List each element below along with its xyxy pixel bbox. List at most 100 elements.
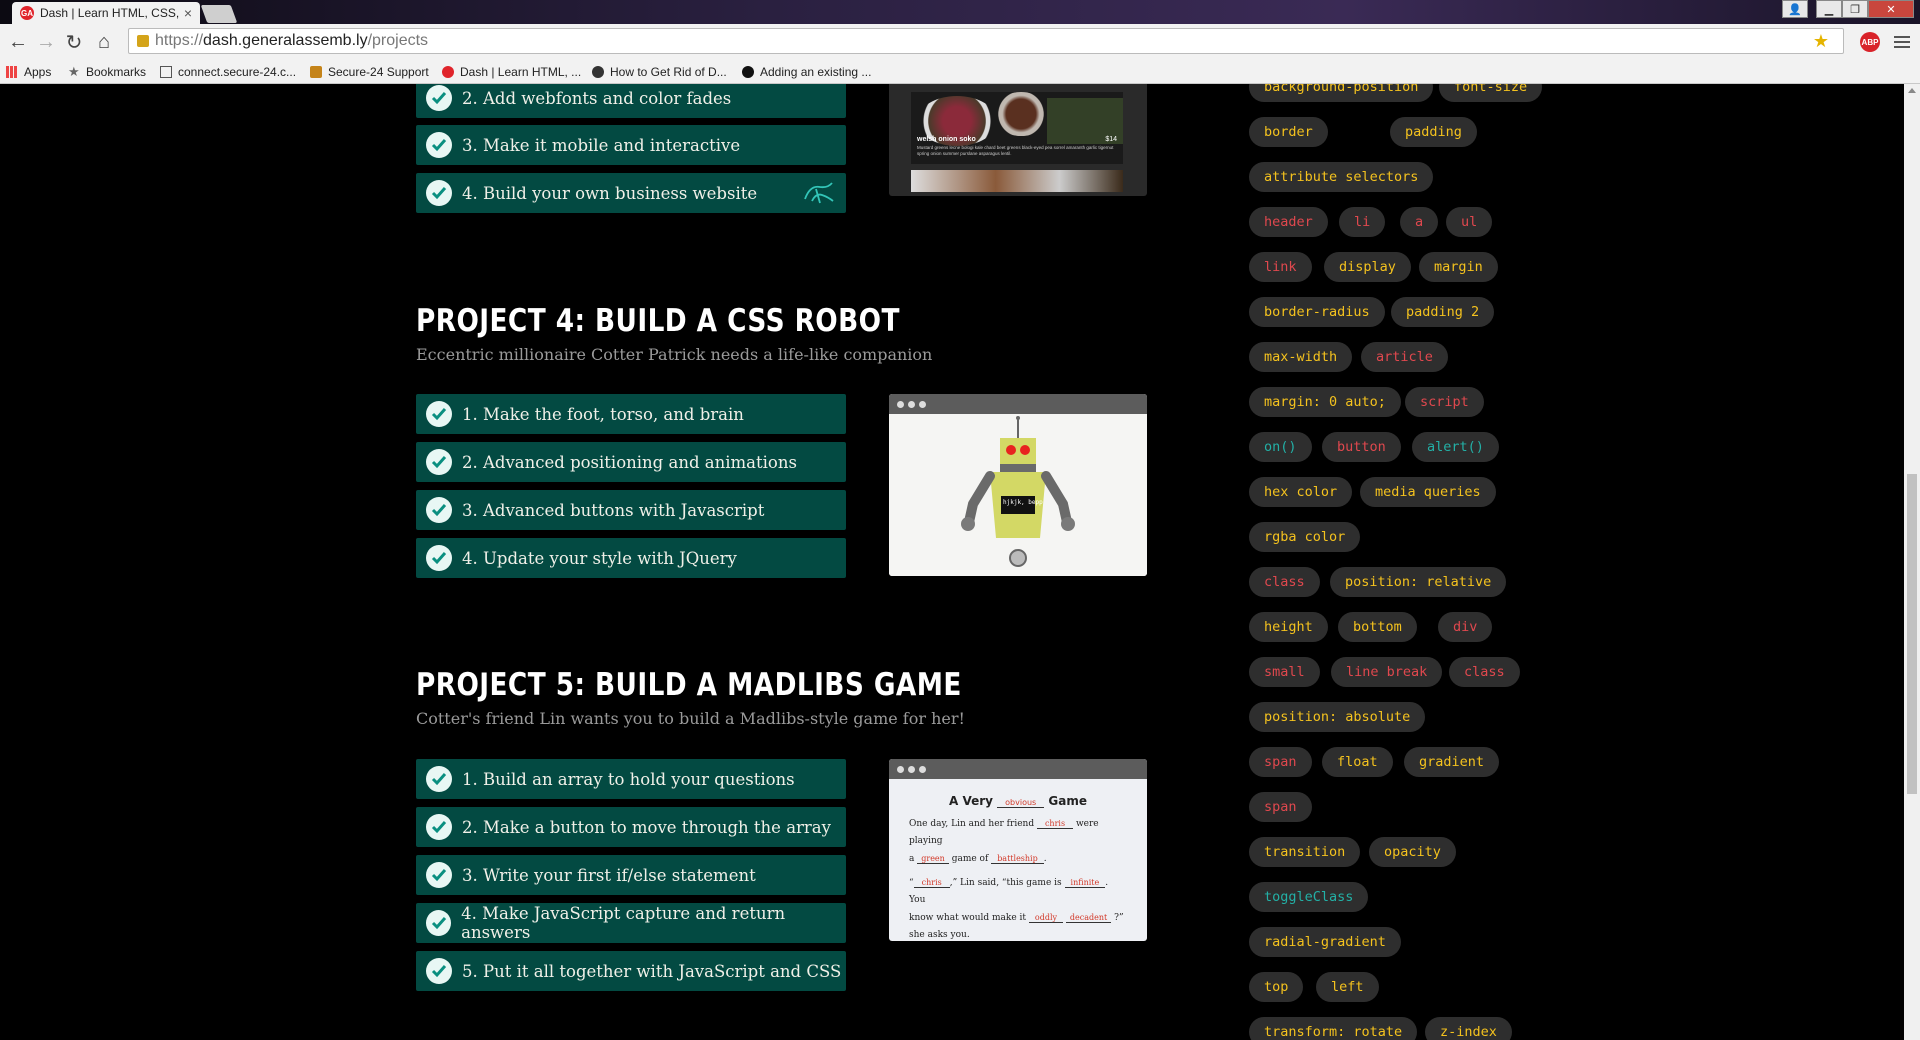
skill-tag[interactable]: radial-gradient	[1249, 927, 1401, 957]
close-tab-icon[interactable]: ×	[180, 5, 196, 21]
bookmark-connect-secure[interactable]: connect.secure-24.c...	[160, 63, 296, 81]
skill-tag[interactable]: margin: 0 auto;	[1249, 387, 1401, 417]
madlib-blank: chris	[1036, 819, 1074, 829]
step-label: 2. Add webfonts and color fades	[462, 88, 732, 108]
adblock-plus-icon[interactable]: ABP	[1860, 32, 1880, 52]
skill-tag[interactable]: margin	[1419, 252, 1498, 282]
step-label: 5. Put it all together with JavaScript a…	[462, 961, 842, 981]
address-bar[interactable]: https:// dash.generalassemb.ly /projects…	[128, 28, 1844, 54]
skill-tag[interactable]: left	[1316, 972, 1379, 1002]
skill-tag[interactable]: header	[1249, 207, 1328, 237]
skill-tag[interactable]: rgba color	[1249, 522, 1361, 552]
bookmark-label: How to Get Rid of D...	[610, 65, 727, 79]
skill-tag[interactable]: button	[1322, 432, 1401, 462]
skill-tag[interactable]: position: absolute	[1249, 702, 1426, 732]
skill-tag[interactable]: max-width	[1249, 342, 1353, 372]
skill-tag[interactable]: line break	[1331, 657, 1443, 687]
skill-tag[interactable]: border	[1249, 117, 1328, 147]
skill-tag[interactable]: height	[1249, 612, 1328, 642]
skill-tag[interactable]: class	[1249, 567, 1320, 597]
robot-illustration: hjkjk, bepp	[889, 414, 1147, 576]
skill-tag[interactable]: hex color	[1249, 477, 1353, 507]
skill-tag[interactable]: toggleClass	[1249, 882, 1369, 912]
skill-tag[interactable]: span	[1249, 792, 1312, 822]
step-item[interactable]: 3. Write your first if/else statement	[416, 855, 846, 895]
back-arrow-icon[interactable]: ←	[6, 30, 30, 54]
skill-tag[interactable]: article	[1361, 342, 1448, 372]
skill-tag[interactable]: li	[1339, 207, 1386, 237]
skill-tag[interactable]: padding 2	[1391, 297, 1495, 327]
close-window-button[interactable]: ✕	[1868, 0, 1914, 18]
minimize-button[interactable]: ▁	[1816, 0, 1842, 18]
tab-dash[interactable]: GA Dash | Learn HTML, CSS, J ×	[12, 2, 200, 24]
bookmark-how-to-get-rid[interactable]: How to Get Rid of D...	[592, 63, 727, 81]
step-item[interactable]: 3. Advanced buttons with Javascript	[416, 490, 846, 530]
skill-tag[interactable]: background-position	[1249, 84, 1434, 102]
window-dots	[889, 759, 1147, 779]
skill-tag[interactable]: div	[1438, 612, 1493, 642]
skill-tag[interactable]: transform: rotate	[1249, 1017, 1418, 1040]
skill-tag[interactable]: small	[1249, 657, 1320, 687]
scrollbar-thumb[interactable]	[1907, 474, 1917, 794]
bookmark-bookmarks[interactable]: ★ Bookmarks	[68, 63, 146, 81]
skill-tag[interactable]: opacity	[1369, 837, 1456, 867]
project5-preview[interactable]: A Very obvious Game One day, Lin and her…	[889, 759, 1147, 941]
skill-tag[interactable]: media queries	[1360, 477, 1496, 507]
step-item[interactable]: 3. Make it mobile and interactive	[416, 125, 846, 165]
skill-tag[interactable]: link	[1249, 252, 1312, 282]
skill-tag[interactable]: on()	[1249, 432, 1312, 462]
skill-tag[interactable]: a	[1400, 207, 1439, 237]
step-item[interactable]: 2. Advanced positioning and animations	[416, 442, 846, 482]
skill-tag[interactable]: script	[1405, 387, 1484, 417]
skill-tag[interactable]: span	[1249, 747, 1312, 777]
star-icon: ★	[68, 64, 80, 79]
skill-tag[interactable]: class	[1449, 657, 1520, 687]
dish-price: $14	[1105, 136, 1117, 143]
skill-tag[interactable]: position: relative	[1330, 567, 1507, 597]
step-item[interactable]: 2. Make a button to move through the arr…	[416, 807, 846, 847]
skill-tag[interactable]: attribute selectors	[1249, 162, 1434, 192]
user-profile-button[interactable]: 👤	[1782, 0, 1808, 18]
skill-tag[interactable]: ul	[1446, 207, 1493, 237]
bookmark-secure24-support[interactable]: Secure-24 Support	[310, 63, 429, 81]
step-label: 4. Make JavaScript capture and return an…	[461, 904, 786, 942]
skill-tag[interactable]: font-size	[1439, 84, 1543, 102]
bookmark-star-icon[interactable]: ★	[1813, 29, 1829, 53]
step-item[interactable]: 4. Build your own business website	[416, 173, 846, 213]
step-item[interactable]: 5. Put it all together with JavaScript a…	[416, 951, 846, 991]
step-item[interactable]: 4. Update your style with JQuery	[416, 538, 846, 578]
page-scrollbar[interactable]	[1904, 84, 1920, 1040]
forward-arrow-icon[interactable]: →	[34, 30, 58, 54]
skill-tag[interactable]: gradient	[1404, 747, 1500, 777]
step-item[interactable]: 4. Make JavaScript capture and return an…	[416, 903, 846, 943]
unicorn-badge-icon	[802, 179, 836, 211]
bookmark-label: Apps	[24, 65, 52, 79]
skill-tag[interactable]: top	[1249, 972, 1304, 1002]
skill-tag[interactable]: float	[1322, 747, 1393, 777]
skill-tag[interactable]: z-index	[1425, 1017, 1512, 1040]
skill-tag[interactable]: alert()	[1412, 432, 1499, 462]
madlib-blank: infinite	[1064, 878, 1106, 888]
skill-tag[interactable]: bottom	[1338, 612, 1417, 642]
madlib-blank: green	[917, 854, 949, 864]
bookmark-apps[interactable]: Apps	[6, 63, 51, 81]
bookmark-adding-existing[interactable]: Adding an existing ...	[742, 63, 871, 81]
chrome-menu-icon[interactable]	[1894, 32, 1910, 52]
home-icon[interactable]: ⌂	[92, 30, 116, 54]
reload-icon[interactable]: ↻	[62, 30, 86, 54]
new-tab-button[interactable]	[200, 5, 238, 23]
project4-preview[interactable]: hjkjk, bepp	[889, 394, 1147, 576]
skill-tag[interactable]: transition	[1249, 837, 1361, 867]
step-item[interactable]: 1. Build an array to hold your questions	[416, 759, 846, 799]
step-item[interactable]: 1. Make the foot, torso, and brain	[416, 394, 846, 434]
skill-tag[interactable]: display	[1324, 252, 1411, 282]
scroll-up-arrow-icon[interactable]	[1908, 88, 1916, 93]
project3-preview[interactable]: welsh onion soko $14 Mustard greens lecn…	[889, 84, 1147, 196]
skill-tag[interactable]: border-radius	[1249, 297, 1385, 327]
page-icon	[160, 66, 172, 78]
check-icon	[426, 132, 452, 158]
step-item[interactable]: 2. Add webfonts and color fades	[416, 84, 846, 118]
skill-tag[interactable]: padding	[1390, 117, 1477, 147]
bookmark-dash[interactable]: Dash | Learn HTML, ...	[442, 63, 581, 81]
restore-button[interactable]: ❐	[1842, 0, 1868, 18]
